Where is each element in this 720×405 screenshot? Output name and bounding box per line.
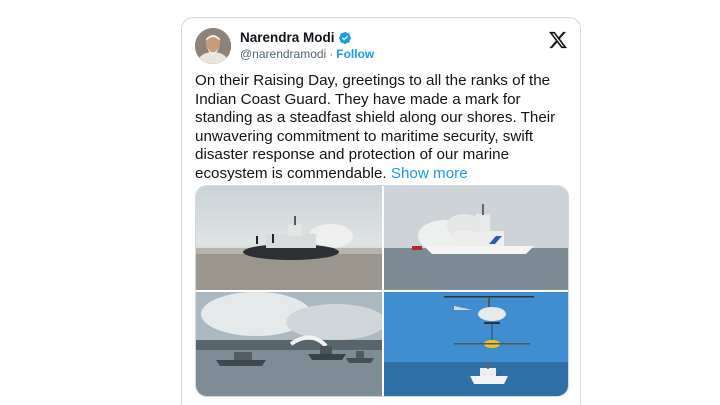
x-logo-icon[interactable] [548, 30, 568, 50]
photo-hovercraft[interactable] [196, 186, 382, 290]
author-name-row: Narendra Modi [240, 30, 352, 45]
follow-button[interactable]: Follow [336, 47, 374, 61]
photo-fleet-water-cannon[interactable] [196, 292, 382, 396]
author-avatar[interactable] [195, 28, 231, 64]
tweet-header: Narendra Modi @narendramodi · Follow [195, 28, 568, 64]
verified-badge-icon [338, 31, 351, 44]
author-name[interactable]: Narendra Modi [240, 30, 335, 45]
tweet-body: On their Raising Day, greetings to all t… [195, 72, 571, 184]
tweet-card: Narendra Modi @narendramodi · Follow On … [181, 17, 581, 405]
photo-patrol-ship[interactable] [384, 186, 568, 290]
dot-separator: · [329, 47, 334, 61]
photo-helicopter[interactable] [384, 292, 568, 396]
author-handle[interactable]: @narendramodi [240, 47, 326, 61]
show-more-link[interactable]: Show more [391, 165, 468, 182]
media-grid [195, 185, 569, 397]
author-sub-row: @narendramodi · Follow [240, 47, 374, 61]
tweet-text: On their Raising Day, greetings to all t… [195, 72, 556, 182]
